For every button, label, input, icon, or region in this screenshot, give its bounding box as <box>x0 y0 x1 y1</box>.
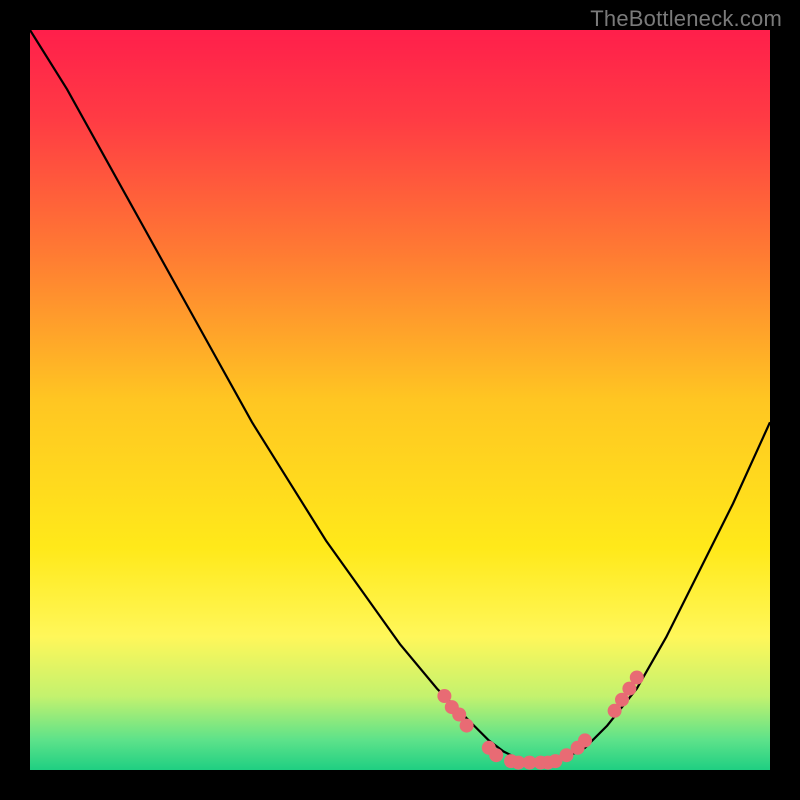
gradient-background <box>30 30 770 770</box>
plot-area <box>30 30 770 770</box>
chart-frame: TheBottleneck.com <box>0 0 800 800</box>
watermark-text: TheBottleneck.com <box>590 6 782 32</box>
bottleneck-chart <box>30 30 770 770</box>
data-point <box>460 719 474 733</box>
data-point <box>578 733 592 747</box>
data-point <box>630 671 644 685</box>
data-point <box>489 748 503 762</box>
